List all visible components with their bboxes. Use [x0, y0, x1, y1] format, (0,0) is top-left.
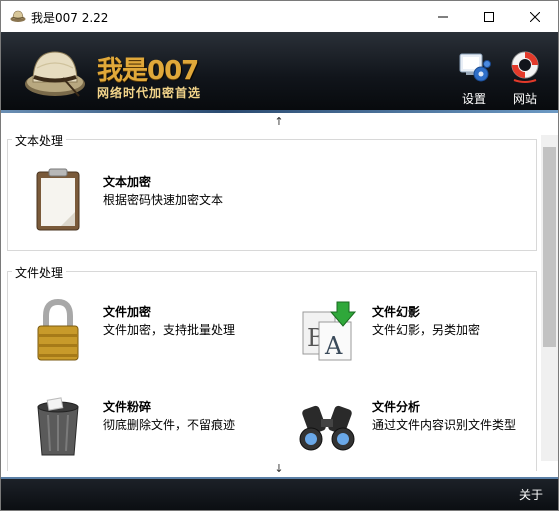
- item-title: 文件幻影: [372, 305, 421, 319]
- footer-bar: 关于: [1, 477, 558, 510]
- logo-title: 我是007: [97, 56, 199, 86]
- item-title: 文件分析: [372, 400, 421, 414]
- text-encrypt-item[interactable]: 文本加密 根据密码快速加密文本: [14, 168, 264, 238]
- title-bar[interactable]: 我是007 2.22: [1, 1, 558, 32]
- settings-button[interactable]: 设置: [453, 50, 495, 108]
- minimize-button[interactable]: [420, 1, 466, 32]
- file-shred-item[interactable]: 文件粉碎 彻底删除文件，不留痕迹: [14, 393, 264, 463]
- scrollbar-thumb[interactable]: [543, 147, 556, 347]
- item-desc: 根据密码快速加密文本: [103, 193, 224, 207]
- lifebuoy-icon: [511, 51, 539, 83]
- item-desc: 彻底删除文件，不留痕迹: [103, 418, 236, 432]
- vertical-scrollbar[interactable]: [541, 135, 558, 461]
- file-analyze-item[interactable]: 文件分析 通过文件内容识别文件类型: [283, 393, 533, 463]
- close-icon: [530, 11, 540, 22]
- group-text-processing: 文本处理 文本加密 根据密码快速加密文本: [7, 132, 537, 251]
- item-title: 文件粉碎: [103, 400, 152, 414]
- website-button[interactable]: 网站: [504, 50, 546, 108]
- trash-can-icon: [37, 397, 79, 456]
- binoculars-icon: [299, 405, 355, 451]
- window-title: 我是007 2.22: [31, 11, 109, 25]
- group-label-file: 文件处理: [12, 264, 67, 281]
- maximize-button[interactable]: [466, 1, 512, 32]
- header-banner: 我是007 网络时代加密首选 设置 网站: [1, 32, 558, 113]
- svg-text:A: A: [324, 332, 343, 360]
- file-encrypt-item[interactable]: 文件加密 文件加密，支持批量处理: [14, 298, 264, 368]
- item-title: 文本加密: [103, 175, 152, 189]
- settings-label: 设置: [461, 92, 486, 106]
- scroll-up-arrow[interactable]: ↑: [271, 115, 287, 128]
- clipboard-icon: [36, 168, 80, 231]
- item-desc: 文件幻影，另类加密: [372, 323, 481, 337]
- minimize-icon: [438, 16, 448, 17]
- website-label: 网站: [512, 92, 537, 106]
- group-label-text: 文本处理: [12, 132, 67, 149]
- item-desc: 通过文件内容识别文件类型: [372, 418, 517, 432]
- pith-helmet-icon: [10, 10, 26, 22]
- scroll-down-arrow[interactable]: ↓: [271, 462, 287, 475]
- about-link[interactable]: 关于: [519, 486, 543, 503]
- close-button[interactable]: [512, 1, 558, 32]
- file-phantom-item[interactable]: B A 文件幻影 文件幻影，另类加密: [283, 298, 533, 368]
- maximize-icon: [484, 11, 494, 22]
- item-desc: 文件加密，支持批量处理: [103, 323, 236, 337]
- settings-gears-icon: [459, 53, 491, 82]
- main-content: ↑ 文本处理 文本加密 根据密码快速加密文本 文件处理 文件加密 文件加密，支持…: [1, 113, 558, 477]
- pith-helmet-logo-icon: [25, 51, 85, 97]
- font-swap-icon: B A: [302, 301, 357, 361]
- logo-subtitle: 网络时代加密首选: [97, 86, 202, 100]
- app-window: 我是007 2.22 我是007 网络时代加密首选 设置 网站 ↑ 文本处理 文…: [0, 0, 559, 511]
- group-file-processing: 文件处理 文件加密 文件加密，支持批量处理 B A 文件幻影 文件幻影，另类加密…: [7, 264, 537, 471]
- item-title: 文件加密: [103, 305, 152, 319]
- padlock-icon: [37, 298, 79, 361]
